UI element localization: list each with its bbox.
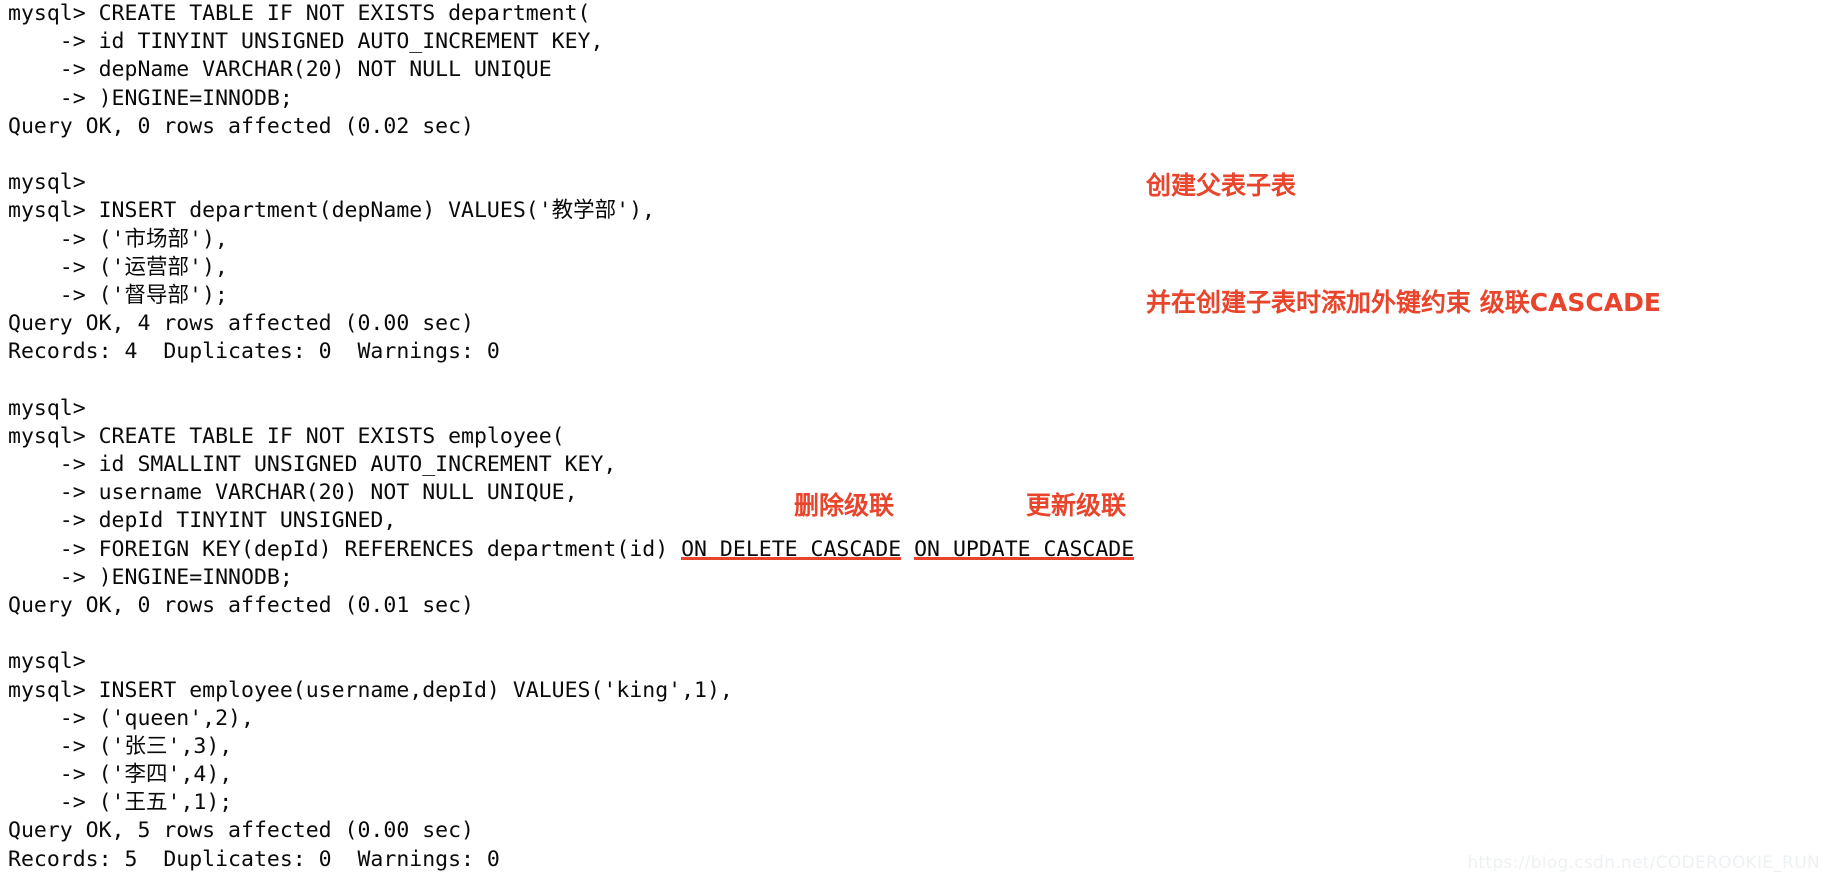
terminal-line: mysql> CREATE TABLE IF NOT EXISTS depart…	[8, 1, 591, 26]
terminal-line: mysql>	[8, 649, 86, 675]
terminal-line: mysql> CREATE TABLE IF NOT EXISTS employ…	[8, 423, 565, 449]
terminal-text: -> FOREIGN KEY(depId) REFERENCES departm…	[8, 536, 682, 562]
annotation-create-tables-line2: 并在创建子表时添加外键约束 级联CASCADE	[1146, 288, 1661, 317]
watermark: https://blog.csdn.net/CODEROOKIE_RUN	[1467, 853, 1820, 873]
terminal-line: -> ('张三',3),	[8, 733, 233, 759]
annotation-update-cascade: 更新级联	[1026, 491, 1127, 520]
terminal-line: mysql> INSERT employee(username,depId) V…	[8, 677, 733, 703]
highlighted-clause: ON DELETE CASCADE	[681, 536, 902, 562]
annotation-delete-cascade: 删除级联	[794, 491, 895, 520]
annotation-create-tables-line1: 创建父表子表	[1146, 171, 1297, 200]
terminal-line: -> id TINYINT UNSIGNED AUTO_INCREMENT KE…	[8, 29, 604, 55]
terminal-line: Query OK, 5 rows affected (0.00 sec)	[8, 818, 474, 844]
terminal-line: -> id SMALLINT UNSIGNED AUTO_INCREMENT K…	[8, 452, 617, 477]
terminal-line: Query OK, 0 rows affected (0.01 sec)	[8, 592, 474, 618]
terminal-line: -> depName VARCHAR(20) NOT NULL UNIQUE	[8, 57, 552, 83]
highlighted-clause: ON UPDATE CASCADE	[914, 536, 1135, 562]
terminal-line: -> )ENGINE=INNODB;	[8, 564, 293, 590]
terminal-line: -> username VARCHAR(20) NOT NULL UNIQUE,	[8, 480, 578, 506]
annotation-create-tables: 创建父表子表 并在创建子表时添加外键约束 级联CASCADE	[1146, 88, 1661, 361]
terminal-line: mysql>	[8, 395, 86, 421]
terminal-line: -> ('李四',4),	[8, 762, 233, 788]
terminal-line: -> FOREIGN KEY(depId) REFERENCES departm…	[8, 536, 1830, 564]
terminal-line: -> ('queen',2),	[8, 705, 254, 731]
terminal-line: -> ('王五',1);	[8, 790, 233, 816]
terminal-line: -> depId TINYINT UNSIGNED,	[8, 508, 397, 534]
